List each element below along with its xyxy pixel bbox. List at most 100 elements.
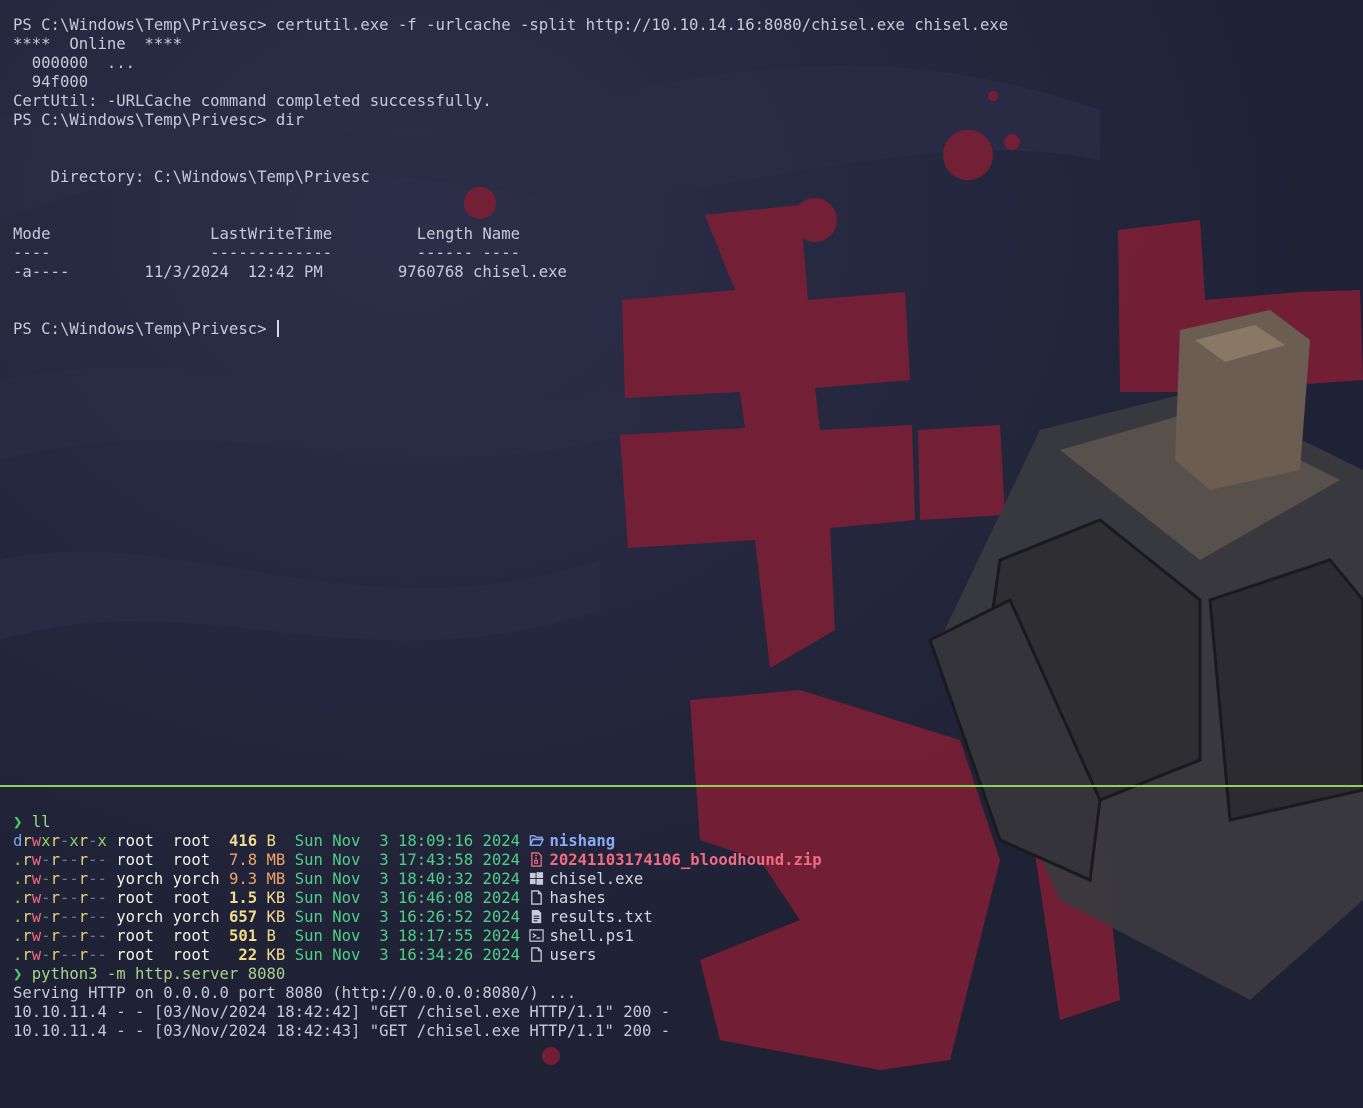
permission-bits: rw-r--r-- xyxy=(22,946,107,964)
permission-bit: w xyxy=(31,946,42,964)
file-size: 416 xyxy=(228,832,258,850)
file-size-unit: MB xyxy=(266,870,286,888)
file-name: shell.ps1 xyxy=(549,927,634,945)
file-owner: yorch xyxy=(116,870,164,888)
permission-bit: w xyxy=(31,851,42,869)
permission-bit: x xyxy=(69,832,79,850)
file-name: chisel.exe xyxy=(549,870,644,888)
permission-bit: - xyxy=(88,832,98,850)
permission-bit: - xyxy=(97,851,107,869)
file-name: hashes xyxy=(549,889,606,907)
powershell-line: PS C:\Windows\Temp\Privesc> certutil.exe… xyxy=(13,16,1009,34)
file-owner: root xyxy=(116,851,164,869)
permission-bit: - xyxy=(59,908,70,926)
permission-bit: - xyxy=(97,870,107,888)
permission-bit: - xyxy=(41,927,51,945)
file-size: 7.8 xyxy=(228,851,258,869)
permission-bit: r xyxy=(50,832,60,850)
permission-bit: r xyxy=(22,889,32,907)
permission-type: d xyxy=(13,832,23,850)
permission-bit: - xyxy=(69,946,79,964)
file-listing-row: drwxr-xr-x root root 416 B Sun Nov 3 18:… xyxy=(13,832,822,851)
server-log-line: 10.10.11.4 - - [03/Nov/2024 18:42:42] "G… xyxy=(13,1003,671,1021)
file-group: root xyxy=(172,927,220,945)
powershell-line: Mode LastWriteTime Length Name xyxy=(13,225,520,243)
permission-bit: r xyxy=(22,851,32,869)
prompt-arrow-icon: ❯ xyxy=(13,965,23,983)
permission-bit: - xyxy=(41,889,51,907)
permission-type: . xyxy=(13,946,23,964)
powershell-pane[interactable]: PS C:\Windows\Temp\Privesc> certutil.exe… xyxy=(0,0,1363,785)
file-owner: root xyxy=(116,927,164,945)
powershell-line xyxy=(13,149,1008,168)
file-date: Sun Nov 3 16:26:52 2024 xyxy=(294,908,521,926)
powershell-line: CertUtil: -URLCache command completed su… xyxy=(13,92,492,110)
file-size: 501 xyxy=(228,927,258,945)
permission-bit: r xyxy=(22,832,32,850)
powershell-line: **** Online **** xyxy=(13,35,182,53)
permission-bit: - xyxy=(88,870,98,888)
permission-bit: r xyxy=(78,870,89,888)
linux-shell-pane[interactable]: ❯ ll drwxr-xr-x root root 416 B Sun Nov … xyxy=(0,787,1363,1108)
powershell-line xyxy=(13,206,1008,225)
permission-bit: r xyxy=(78,851,89,869)
server-log-line: Serving HTTP on 0.0.0.0 port 8080 (http:… xyxy=(13,984,577,1002)
permission-bits: rw-r--r-- xyxy=(22,851,107,869)
pane-divider[interactable] xyxy=(0,785,1363,787)
permission-bit: - xyxy=(59,946,70,964)
file-owner: root xyxy=(116,889,164,907)
permission-bit: r xyxy=(78,889,89,907)
file-icon xyxy=(531,890,543,905)
file-size-unit: KB xyxy=(266,946,286,964)
permission-bit: w xyxy=(31,832,42,850)
windows-logo-icon xyxy=(530,872,544,885)
file-date: Sun Nov 3 18:17:55 2024 xyxy=(294,927,521,945)
permission-bit: - xyxy=(59,870,70,888)
file-listing-row: .rw-r--r-- yorch yorch 657 KB Sun Nov 3 … xyxy=(13,908,822,927)
file-date: Sun Nov 3 18:40:32 2024 xyxy=(294,870,521,888)
file-name: 20241103174106_bloodhound.zip xyxy=(549,851,822,869)
terminal-icon xyxy=(529,929,545,942)
linux-shell-output: ❯ ll drwxr-xr-x root root 416 B Sun Nov … xyxy=(13,813,822,1041)
permission-bit: - xyxy=(97,946,107,964)
file-size: 9.3 xyxy=(228,870,258,888)
file-owner: root xyxy=(116,946,164,964)
powershell-line xyxy=(13,301,1008,320)
permission-bit: - xyxy=(69,870,79,888)
powershell-line: PS C:\Windows\Temp\Privesc> dir xyxy=(13,111,305,129)
permission-bit: r xyxy=(78,946,89,964)
permission-bit: - xyxy=(41,946,51,964)
powershell-line: ---- ------------- ------ ---- xyxy=(13,244,520,262)
file-name: nishang xyxy=(549,832,616,850)
permission-bit: - xyxy=(59,851,70,869)
file-size-unit: B xyxy=(266,832,286,850)
file-group: yorch xyxy=(172,908,220,926)
permission-bit: - xyxy=(97,889,107,907)
file-owner: root xyxy=(116,832,164,850)
server-log-line: 10.10.11.4 - - [03/Nov/2024 18:42:43] "G… xyxy=(13,1022,671,1040)
file-date: Sun Nov 3 16:34:26 2024 xyxy=(294,946,521,964)
file-date: Sun Nov 3 17:43:58 2024 xyxy=(294,851,521,869)
permission-bit: - xyxy=(69,889,79,907)
file-listing: drwxr-xr-x root root 416 B Sun Nov 3 18:… xyxy=(13,832,822,965)
permission-type: . xyxy=(13,908,23,926)
permission-bit: w xyxy=(31,927,42,945)
permission-bits: rw-r--r-- xyxy=(22,889,107,907)
file-owner: yorch xyxy=(116,908,164,926)
file-date: Sun Nov 3 18:09:16 2024 xyxy=(294,832,521,850)
file-size: 657 xyxy=(228,908,258,926)
permission-bit: - xyxy=(59,832,70,850)
powershell-line xyxy=(13,130,1008,149)
permission-type: . xyxy=(13,889,23,907)
permission-bit: r xyxy=(78,832,89,850)
file-size: 1.5 xyxy=(228,889,258,907)
ll-command-line: ❯ ll xyxy=(13,813,822,832)
permission-bit: - xyxy=(69,908,79,926)
powershell-line xyxy=(13,282,1008,301)
permission-bit: - xyxy=(88,908,98,926)
powershell-line xyxy=(13,187,1008,206)
file-date: Sun Nov 3 16:46:08 2024 xyxy=(294,889,521,907)
file-listing-row: .rw-r--r-- root root 22 KB Sun Nov 3 16:… xyxy=(13,946,822,965)
permission-bit: - xyxy=(97,927,107,945)
powershell-line: 000000 ... xyxy=(13,54,136,72)
